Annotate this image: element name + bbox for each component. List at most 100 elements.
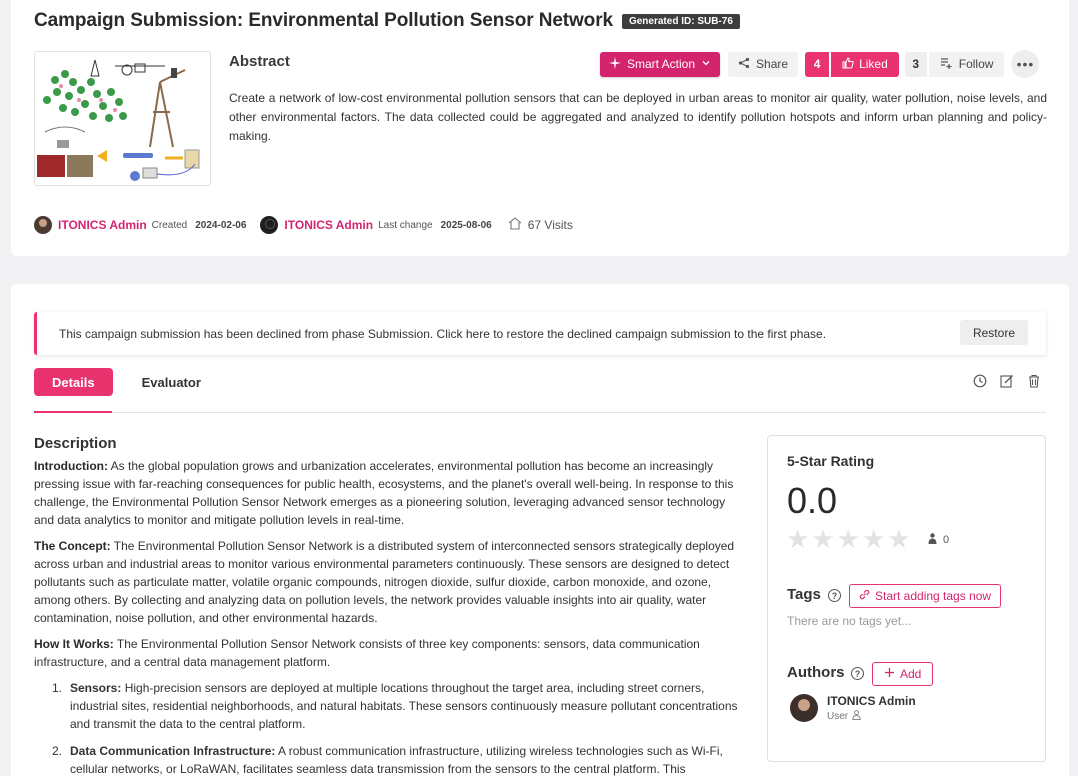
active-tab-underline: [34, 411, 112, 413]
components-list: 1. Sensors: High-precision sensors are d…: [52, 679, 741, 776]
rater-count: 0: [928, 533, 949, 547]
avatar: [790, 694, 818, 722]
star-icon[interactable]: ★: [862, 526, 885, 552]
abstract-heading: Abstract: [229, 53, 290, 70]
sparkle-icon: [609, 56, 621, 72]
modifier-name[interactable]: ITONICS Admin: [284, 218, 373, 232]
paragraph-text: The Environmental Pollution Sensor Netwo…: [34, 539, 735, 625]
tab-bar: Details Evaluator: [34, 368, 218, 396]
tags-heading: Tags: [787, 586, 821, 603]
smart-action-button[interactable]: Smart Action: [600, 51, 721, 77]
list-item: 2. Data Communication Infrastructure: A …: [52, 742, 741, 776]
list-text: High-precision sensors are deployed at m…: [70, 681, 738, 731]
created-date: 2024-02-06: [195, 219, 247, 231]
authors-heading: Authors: [787, 664, 845, 681]
help-icon[interactable]: ?: [851, 667, 864, 680]
share-button[interactable]: Share: [728, 51, 799, 77]
paragraph-text: The Environmental Pollution Sensor Netwo…: [34, 637, 700, 669]
last-change-label: Last change: [378, 219, 433, 231]
follow-button[interactable]: Follow: [928, 51, 1005, 77]
description-section: Description Introduction: As the global …: [34, 435, 741, 776]
paragraph-introduction: Introduction: As the global population g…: [34, 457, 741, 529]
rating-value: 0.0: [787, 480, 838, 521]
meta-row: ITONICS Admin Created 2024-02-06 ITONICS…: [34, 216, 573, 234]
action-bar: Smart Action Share 4 Liked 3 Follow •••: [600, 50, 1040, 78]
tab-divider: [34, 412, 1046, 413]
tab-evaluator[interactable]: Evaluator: [125, 368, 218, 396]
edit-icon[interactable]: [1000, 374, 1014, 388]
smart-action-label: Smart Action: [627, 57, 696, 71]
creator-avatar: [34, 216, 52, 234]
creator-name[interactable]: ITONICS Admin: [58, 218, 147, 232]
history-icon[interactable]: [973, 374, 987, 388]
star-icon[interactable]: ★: [786, 526, 809, 552]
author-role: User: [827, 710, 916, 723]
list-lead: Sensors:: [70, 681, 122, 695]
follow-count: 3: [904, 51, 927, 77]
paragraph-text: As the global population grows and urban…: [34, 459, 734, 527]
like-count: 4: [805, 51, 830, 77]
declined-notice-text[interactable]: This campaign submission has been declin…: [59, 327, 826, 341]
add-author-label: Add: [900, 667, 922, 681]
star-icon[interactable]: ★: [887, 526, 910, 552]
follow-label: Follow: [958, 57, 994, 71]
submission-header-card: Campaign Submission: Environmental Pollu…: [11, 0, 1069, 256]
list-number: 1.: [52, 681, 63, 695]
share-label: Share: [756, 57, 789, 71]
declined-notice[interactable]: This campaign submission has been declin…: [34, 312, 1046, 355]
link-icon: [859, 589, 870, 603]
list-number: 2.: [52, 744, 63, 758]
list-add-icon: [940, 57, 953, 72]
plus-icon: [884, 667, 895, 681]
paragraph-concept: The Concept: The Environmental Pollution…: [34, 537, 741, 627]
description-heading: Description: [34, 435, 117, 452]
list-item-text: Sensors: High-precision sensors are depl…: [70, 679, 741, 733]
visits: 67 Visits: [508, 217, 573, 233]
restore-button[interactable]: Restore: [959, 320, 1028, 345]
last-change-date: 2025-08-06: [440, 219, 492, 231]
abstract-text: Create a network of low-cost environment…: [229, 91, 1047, 143]
author-item[interactable]: ITONICS Admin User: [790, 694, 916, 723]
chevron-down-icon: [701, 57, 711, 71]
pollution-sensor-illustration: [37, 59, 200, 181]
submission-details-card: This campaign submission has been declin…: [11, 284, 1069, 776]
list-item-text: Data Communication Infrastructure: A rob…: [70, 742, 741, 776]
rating-heading: 5-Star Rating: [787, 453, 875, 469]
thumbs-up-icon: [842, 56, 854, 72]
start-adding-tags-label: Start adding tags now: [875, 589, 992, 603]
created-label: Created: [151, 219, 188, 231]
rater-count-value: 0: [943, 534, 950, 546]
person-icon: [928, 533, 937, 547]
page-title: Campaign Submission: Environmental Pollu…: [34, 10, 613, 31]
help-icon[interactable]: ?: [828, 589, 841, 602]
liked-label: Liked: [859, 57, 888, 71]
home-icon: [508, 217, 522, 233]
trash-icon[interactable]: [1027, 374, 1041, 388]
star-rating-input[interactable]: ★ ★ ★ ★ ★: [786, 526, 911, 552]
title-row: Campaign Submission: Environmental Pollu…: [34, 10, 740, 32]
add-author-button[interactable]: Add: [872, 662, 934, 686]
paragraph-how-it-works: How It Works: The Environmental Pollutio…: [34, 635, 741, 671]
author-name: ITONICS Admin: [827, 694, 916, 708]
no-tags-text: There are no tags yet...: [787, 614, 912, 628]
user-icon: [852, 710, 861, 723]
star-icon[interactable]: ★: [837, 526, 860, 552]
detail-tools: [973, 374, 1041, 388]
paragraph-lead: The Concept:: [34, 539, 111, 553]
generated-id-badge: Generated ID: SUB-76: [621, 13, 740, 29]
more-options-icon[interactable]: •••: [1011, 50, 1040, 78]
tab-details[interactable]: Details: [34, 368, 113, 396]
side-panel: 5-Star Rating 0.0 ★ ★ ★ ★ ★ 0 Tags ? Sta…: [767, 435, 1046, 762]
list-item: 1. Sensors: High-precision sensors are d…: [52, 679, 741, 733]
liked-button[interactable]: Liked: [831, 51, 899, 77]
list-lead: Data Communication Infrastructure:: [70, 744, 276, 758]
author-info: ITONICS Admin User: [827, 694, 916, 723]
submission-image[interactable]: [34, 51, 211, 186]
visits-count: 67 Visits: [527, 218, 573, 232]
paragraph-lead: How It Works:: [34, 637, 114, 651]
share-icon: [738, 57, 750, 72]
author-role-label: User: [827, 711, 849, 722]
start-adding-tags-button[interactable]: Start adding tags now: [849, 584, 1002, 608]
star-icon[interactable]: ★: [811, 526, 834, 552]
modifier-avatar: [260, 216, 279, 234]
